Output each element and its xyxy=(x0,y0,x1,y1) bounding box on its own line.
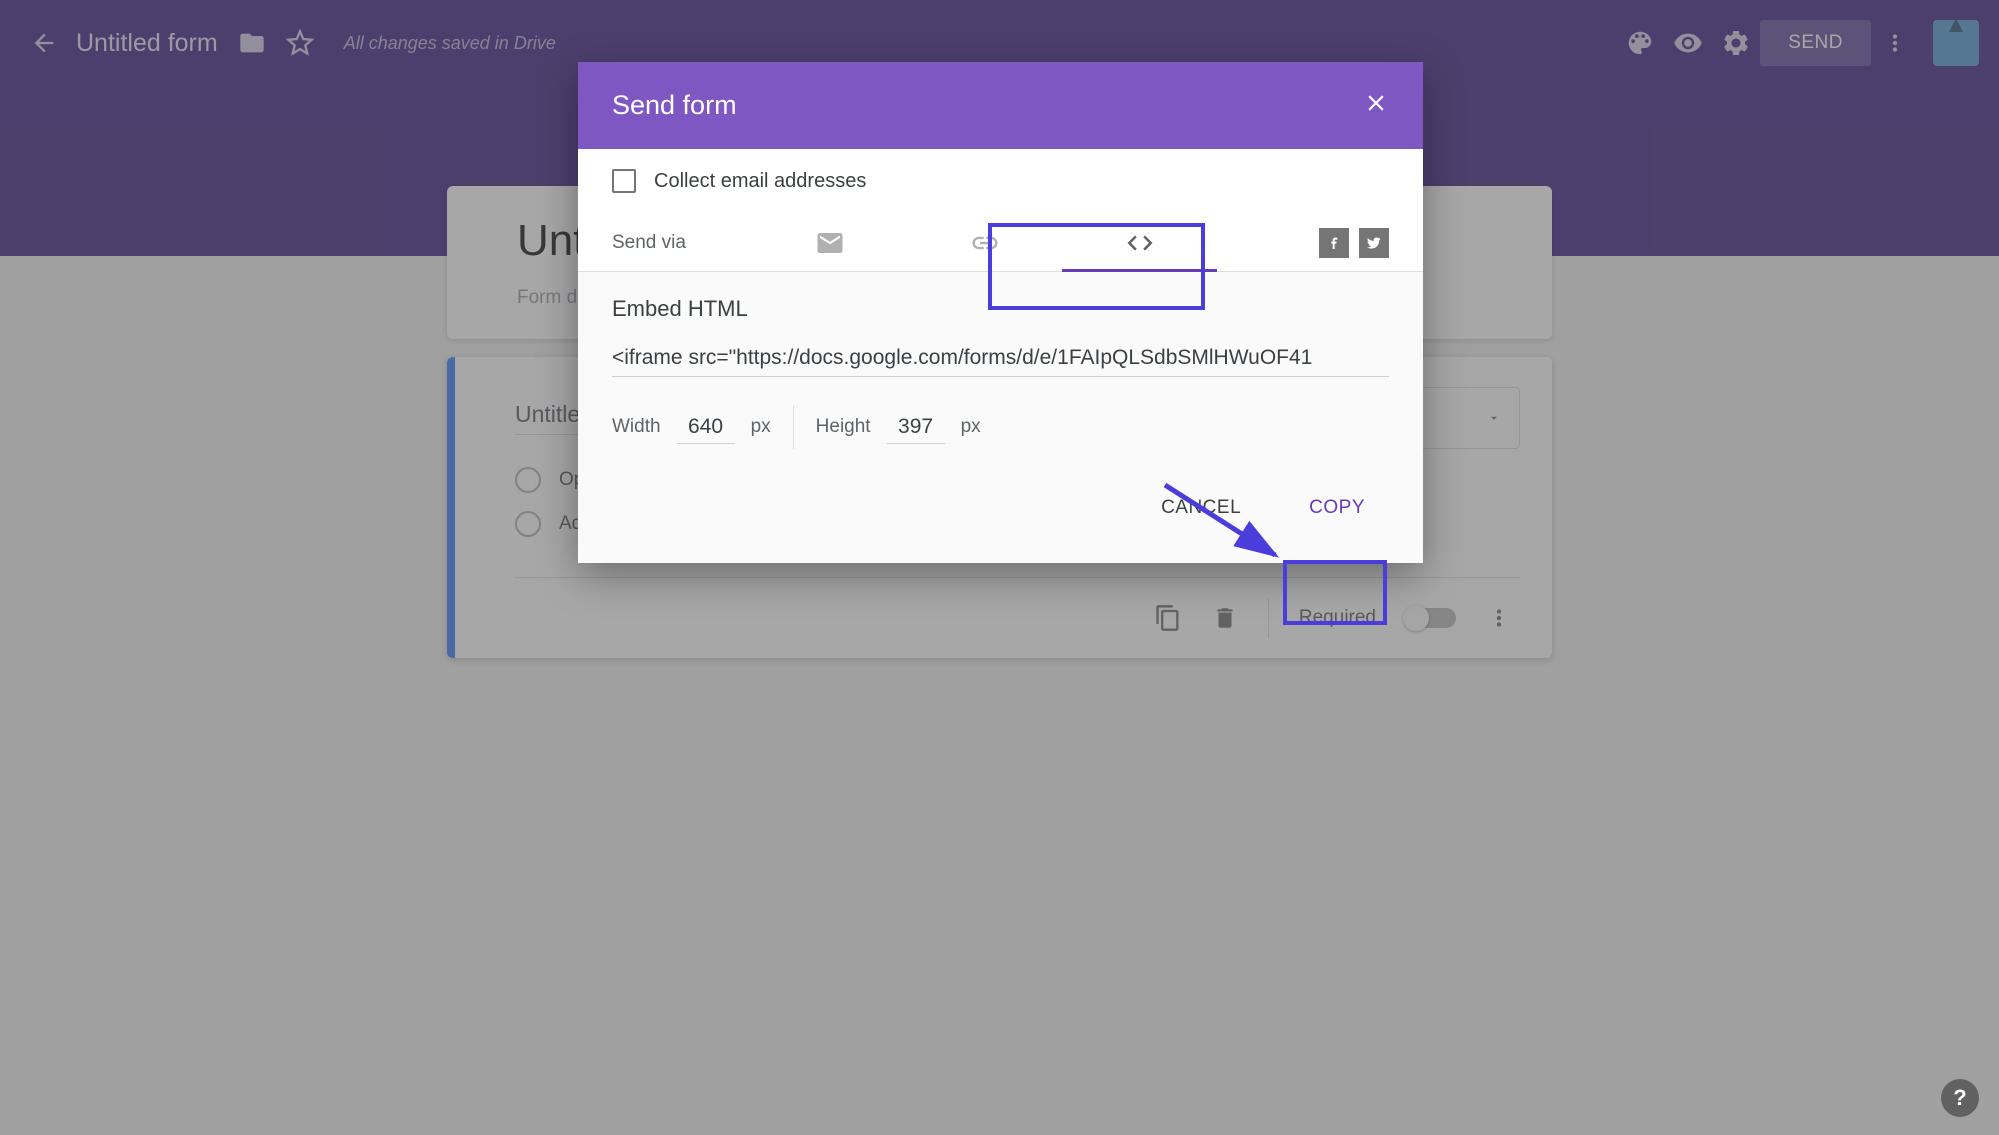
collect-email-row[interactable]: Collect email addresses xyxy=(612,169,1389,193)
width-label: Width xyxy=(612,416,661,438)
modal-title: Send form xyxy=(612,90,737,121)
tab-email[interactable] xyxy=(752,215,907,271)
cancel-button[interactable]: CANCEL xyxy=(1137,483,1265,533)
copy-button[interactable]: COPY xyxy=(1285,483,1389,533)
link-icon xyxy=(970,228,1000,258)
modal-footer: CANCEL COPY xyxy=(578,459,1423,563)
modal-body: Embed HTML Width px Height px xyxy=(578,272,1423,459)
height-input[interactable] xyxy=(887,411,945,444)
facebook-button[interactable] xyxy=(1319,228,1349,258)
social-share xyxy=(1319,228,1389,258)
collect-email-label: Collect email addresses xyxy=(654,170,866,193)
send-form-modal: Send form Collect email addresses Send v… xyxy=(578,62,1423,563)
embed-html-input[interactable] xyxy=(612,340,1389,377)
code-icon xyxy=(1125,228,1155,258)
tab-link[interactable] xyxy=(907,215,1062,271)
facebook-icon xyxy=(1326,235,1342,251)
help-glyph: ? xyxy=(1953,1085,1966,1111)
twitter-icon xyxy=(1366,235,1382,251)
tab-embed[interactable] xyxy=(1062,215,1217,271)
close-icon xyxy=(1363,90,1389,116)
embed-html-title: Embed HTML xyxy=(612,296,1389,322)
collect-email-checkbox[interactable] xyxy=(612,169,636,193)
modal-header: Send form xyxy=(578,62,1423,149)
twitter-button[interactable] xyxy=(1359,228,1389,258)
email-icon xyxy=(815,228,845,258)
send-via-row: Send via xyxy=(612,215,1389,271)
modal-top-section: Collect email addresses Send via xyxy=(578,149,1423,271)
send-via-tabs xyxy=(752,215,1319,271)
height-label: Height xyxy=(816,416,871,438)
px-label: px xyxy=(961,416,981,438)
px-label: px xyxy=(751,416,771,438)
help-button[interactable]: ? xyxy=(1941,1079,1979,1117)
send-via-label: Send via xyxy=(612,232,752,254)
width-input[interactable] xyxy=(677,411,735,444)
close-button[interactable] xyxy=(1363,90,1389,121)
dimensions-row: Width px Height px xyxy=(612,405,1389,449)
